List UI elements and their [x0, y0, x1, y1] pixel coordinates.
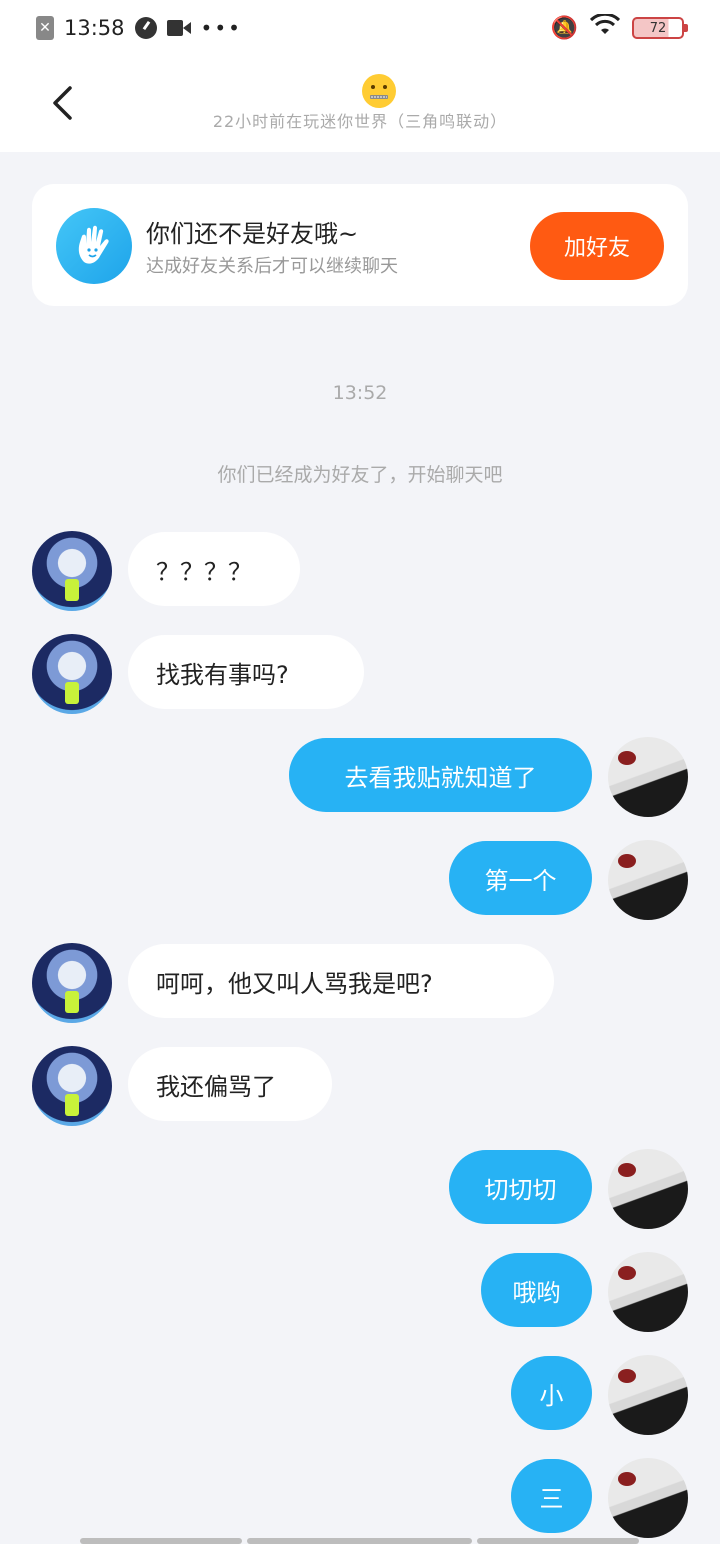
status-left: ✕ 13:58 ••• — [36, 16, 242, 40]
contact-avatar[interactable] — [32, 634, 112, 714]
scroll-indicator-segment — [80, 1538, 242, 1544]
message-bubble-left[interactable]: 呵呵，他又叫人骂我是吧? — [128, 944, 554, 1018]
card-subtitle: 达成好友关系后才可以继续聊天 — [146, 256, 398, 277]
more-notifications-icon: ••• — [200, 16, 242, 40]
card-title: 你们还不是好友哦~ — [146, 220, 359, 248]
message-bubble-right[interactable]: 第一个 — [449, 841, 592, 915]
scroll-indicator-segment — [477, 1538, 639, 1544]
status-time: 13:58 — [64, 16, 125, 40]
self-avatar[interactable] — [608, 1252, 688, 1332]
status-right: 🔕 72 — [550, 12, 688, 42]
self-avatar[interactable] — [608, 1355, 688, 1435]
message-bubble-right[interactable]: 切切切 — [449, 1150, 592, 1224]
contact-status: 22小时前在玩迷你世界（三角鸣联动） — [212, 112, 508, 131]
video-camera-icon — [166, 20, 191, 36]
status-bar: ✕ 13:58 ••• 🔕 72 — [0, 0, 720, 56]
waving-hand-icon — [56, 208, 132, 284]
system-note: 你们已经成为好友了，开始聊天吧 — [217, 464, 503, 486]
self-avatar[interactable] — [608, 1149, 688, 1229]
speed-dial-icon — [134, 17, 157, 39]
not-friends-card: 你们还不是好友哦~ 达成好友关系后才可以继续聊天 加好友 — [32, 184, 688, 306]
chat-header: 22小时前在玩迷你世界（三角鸣联动） — [0, 56, 720, 152]
no-sim-icon: ✕ — [36, 16, 54, 40]
message-bubble-left[interactable]: ？？？？ — [128, 532, 300, 606]
contact-avatar[interactable] — [32, 1046, 112, 1126]
message-bubble-right[interactable]: 小 — [511, 1356, 592, 1430]
add-friend-button[interactable]: 加好友 — [530, 212, 664, 280]
message-bubble-right[interactable]: 去看我贴就知道了 — [289, 738, 592, 812]
contact-avatar-emoji-icon[interactable] — [362, 74, 396, 108]
message-bubble-right[interactable]: 三 — [511, 1459, 592, 1533]
scroll-indicator-segment — [247, 1538, 472, 1544]
self-avatar[interactable] — [608, 737, 688, 817]
bell-off-icon: 🔕 — [550, 15, 578, 41]
message-bubble-right[interactable]: 哦哟 — [481, 1253, 592, 1327]
self-avatar[interactable] — [608, 1458, 688, 1538]
message-bubble-left[interactable]: 找我有事吗? — [128, 635, 364, 709]
chat-time-label: 13:52 — [332, 382, 388, 404]
self-avatar[interactable] — [608, 840, 688, 920]
contact-avatar[interactable] — [32, 943, 112, 1023]
battery-indicator: 72 — [632, 17, 688, 39]
message-bubble-left[interactable]: 我还偏骂了 — [128, 1047, 332, 1121]
contact-avatar[interactable] — [32, 531, 112, 611]
wifi-icon — [589, 12, 621, 42]
